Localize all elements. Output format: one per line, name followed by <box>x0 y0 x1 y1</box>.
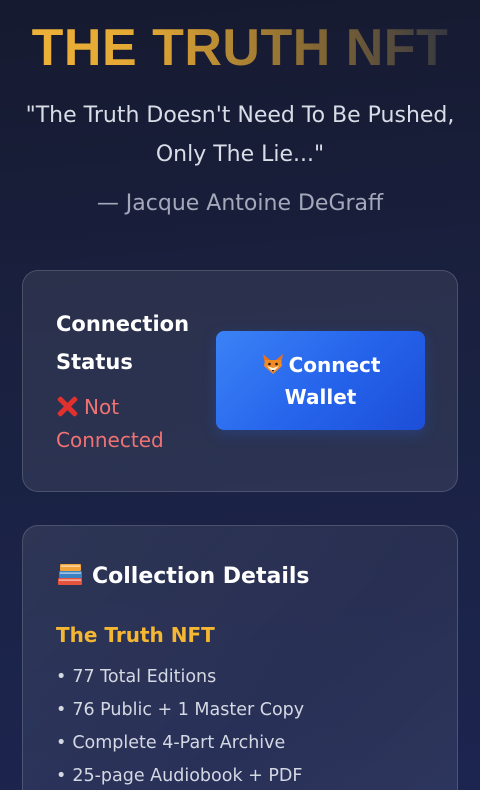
list-item: • 76 Public + 1 Master Copy <box>56 694 304 727</box>
feature-text: 77 Total Editions <box>72 667 217 687</box>
list-item: • 25-page Audiobook + PDF <box>56 760 304 790</box>
bullet: • <box>56 667 67 687</box>
feature-text: 25-page Audiobook + PDF <box>72 766 303 786</box>
list-item: • Complete 4-Part Archive <box>56 727 304 760</box>
feature-list: • 77 Total Editions • 76 Public + 1 Master… <box>56 661 304 790</box>
bullet: • <box>56 733 67 753</box>
connection-status-block: Connection Status Not Connected <box>56 305 206 457</box>
connect-wallet-button[interactable]: Connect Wallet <box>216 331 425 430</box>
bullet: • <box>56 766 67 786</box>
collection-details-card: Collection Details The Truth NFT • 77 Tot… <box>22 525 458 790</box>
collection-details-heading: Collection Details <box>56 560 310 594</box>
feature-text: 76 Public + 1 Master Copy <box>72 700 305 720</box>
bullet: • <box>56 700 67 720</box>
hero-quote: "The Truth Doesn't Need To Be Pushed, On… <box>25 103 455 167</box>
books-icon <box>58 564 82 585</box>
connection-status-value: Not Connected <box>56 391 206 457</box>
list-item: • 77 Total Editions <box>56 661 304 694</box>
collection-details-title: Collection Details <box>92 564 310 589</box>
feature-text: Complete 4-Part Archive <box>72 733 286 753</box>
collection-name: The Truth NFT <box>56 623 215 647</box>
cross-mark-icon <box>56 395 78 417</box>
page: THE TRUTH NFT "The Truth Doesn't Need To… <box>0 0 480 790</box>
connection-status-heading: Connection Status <box>56 312 190 374</box>
connect-wallet-label: Connect Wallet <box>284 352 381 409</box>
quote-author: — Jacque Antoine DeGraff <box>96 191 384 216</box>
connection-status-card: Connection Status Not Connected Connect … <box>22 270 458 492</box>
fox-icon <box>262 353 283 374</box>
page-title: THE TRUTH NFT <box>0 18 480 78</box>
